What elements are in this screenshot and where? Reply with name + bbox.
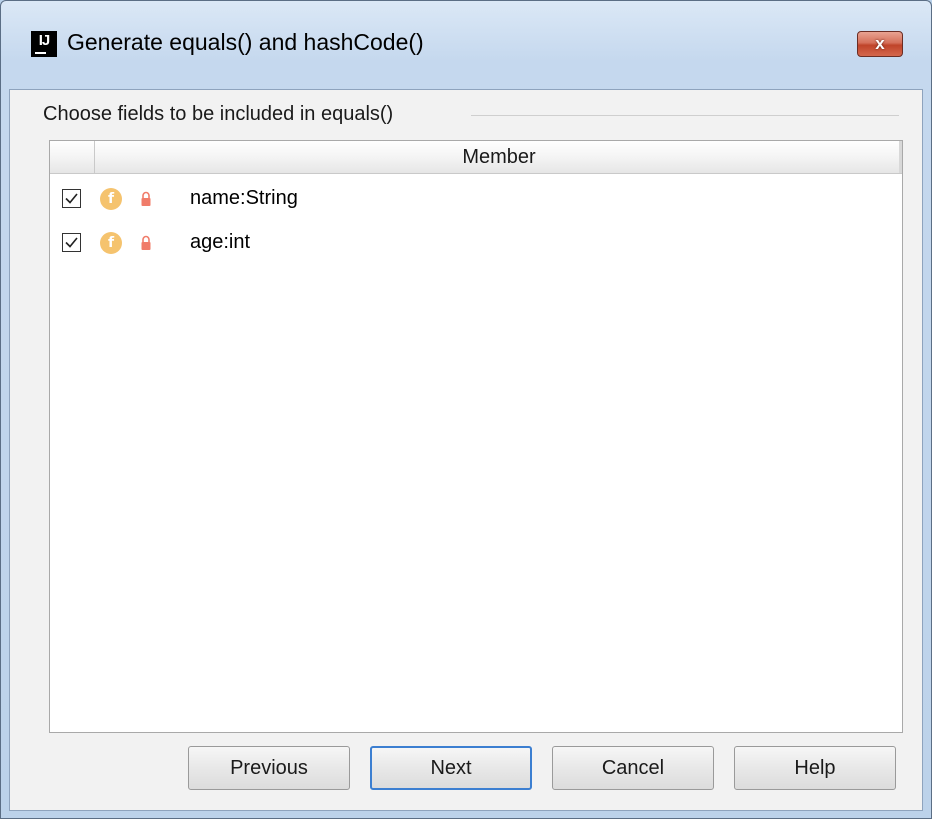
dialog-window: IJ Generate equals() and hashCode() x Ch… [0, 0, 932, 819]
cancel-button[interactable]: Cancel [552, 746, 714, 790]
checkmark-icon [65, 237, 78, 248]
window-title: Generate equals() and hashCode() [67, 29, 424, 55]
next-button[interactable]: Next [370, 746, 532, 790]
previous-button[interactable]: Previous [188, 746, 350, 790]
checkmark-icon [65, 193, 78, 204]
title-bar[interactable]: IJ Generate equals() and hashCode() x [1, 1, 931, 89]
table-row[interactable]: f name:String [50, 178, 902, 222]
lock-icon [141, 235, 151, 250]
member-name: name:String [190, 187, 298, 209]
section-divider [471, 115, 899, 116]
row-checkbox[interactable] [62, 189, 81, 208]
header-checkbox-column[interactable] [50, 141, 95, 173]
lock-icon [141, 191, 151, 206]
field-icon: f [100, 188, 122, 210]
help-button[interactable]: Help [734, 746, 896, 790]
table-header: Member [50, 141, 902, 174]
field-icon: f [100, 232, 122, 254]
header-member-column[interactable]: Member [96, 141, 902, 173]
header-edge [899, 141, 902, 173]
section-label: Choose fields to be included in equals() [43, 103, 406, 126]
row-checkbox[interactable] [62, 233, 81, 252]
close-button[interactable]: x [857, 31, 903, 57]
table-row[interactable]: f age:int [50, 222, 902, 266]
intellij-app-icon: IJ [31, 31, 57, 57]
fields-table[interactable]: Member f name:String f age:int [49, 140, 903, 733]
member-type: age:int [190, 231, 251, 253]
